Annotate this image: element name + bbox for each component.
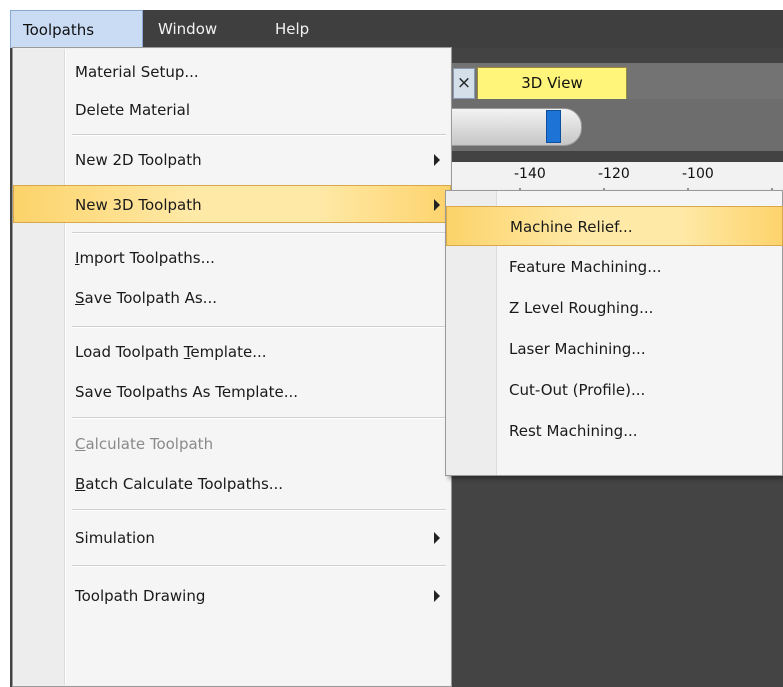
menu-item-label: mport Toolpaths... — [79, 249, 215, 267]
menu-separator — [72, 134, 446, 136]
menu-item-calculate-toolpath: Calculate Toolpath — [14, 425, 450, 463]
menu-item-new-3d-toolpath[interactable]: New 3D Toolpath — [13, 185, 451, 223]
menu-item-label: Material Setup... — [75, 63, 199, 81]
menu-help[interactable]: Help — [263, 10, 321, 48]
ruler-label: -140 — [514, 166, 546, 182]
menu-separator — [72, 232, 446, 234]
submenu-item-laser-machining[interactable]: Laser Machining... — [446, 329, 783, 369]
menu-window[interactable]: Window — [146, 10, 229, 48]
toolpaths-menu: Material Setup... Delete Material New 2D… — [12, 47, 452, 687]
menu-item-new-2d-toolpath[interactable]: New 2D Toolpath — [14, 141, 450, 179]
ruler-label: -120 — [598, 166, 630, 182]
menu-item-label: ave Toolpath As... — [84, 289, 217, 307]
submenu-item-z-level-roughing[interactable]: Z Level Roughing... — [446, 288, 783, 328]
mnemonic-letter: S — [75, 289, 85, 307]
menu-item-label: alculate Toolpath — [85, 435, 214, 453]
menu-item-label: Save Toolpaths As Template... — [75, 383, 299, 401]
menu-separator — [72, 326, 446, 328]
menu-body: Material Setup... Delete Material New 2D… — [13, 49, 451, 685]
menu-item-label: emplate... — [190, 343, 267, 361]
submenu-item-rest-machining[interactable]: Rest Machining... — [446, 411, 783, 451]
menu-item-label: New 3D Toolpath — [75, 196, 202, 214]
menu-item-label: New 2D Toolpath — [75, 151, 202, 169]
menu-bar: Toolpaths Window Help — [10, 10, 783, 48]
mnemonic-letter: B — [75, 475, 86, 493]
menu-item-toolpath-drawing[interactable]: Toolpath Drawing — [14, 577, 450, 615]
menu-item-material-setup[interactable]: Material Setup... — [14, 53, 450, 91]
menu-separator — [72, 565, 446, 567]
menu-separator — [72, 417, 446, 419]
menu-separator — [72, 509, 446, 511]
menu-item-save-toolpath-as[interactable]: Save Toolpath As... — [14, 279, 450, 317]
menu-item-label: atch Calculate Toolpaths... — [85, 475, 284, 493]
tab-3d-view[interactable]: 3D View — [477, 67, 627, 99]
menu-item-label: Simulation — [75, 529, 155, 547]
menu-item-simulation[interactable]: Simulation — [14, 519, 450, 557]
menu-item-label: Delete Material — [75, 101, 190, 119]
menu-item-import-toolpaths[interactable]: Import Toolpaths... — [14, 239, 450, 277]
ruler-label: -100 — [682, 166, 714, 182]
menu-item-save-toolpaths-as-template[interactable]: Save Toolpaths As Template... — [14, 373, 450, 411]
submenu-item-machine-relief[interactable]: Machine Relief... — [446, 206, 783, 246]
menu-item-batch-calculate-toolpaths[interactable]: Batch Calculate Toolpaths... — [14, 465, 450, 503]
menu-item-label: Load Toolpath — [75, 343, 184, 361]
zoom-slider-thumb[interactable] — [546, 110, 561, 143]
submenu-item-cut-out-profile[interactable]: Cut-Out (Profile)... — [446, 370, 783, 410]
menu-item-delete-material[interactable]: Delete Material — [14, 91, 450, 129]
submenu-arrow-icon — [434, 590, 440, 602]
menu-toolpaths[interactable]: Toolpaths — [10, 10, 143, 48]
submenu-arrow-icon — [434, 154, 440, 166]
zoom-slider[interactable] — [450, 108, 582, 146]
menu-item-label: Toolpath Drawing — [75, 587, 206, 605]
submenu-arrow-icon — [434, 532, 440, 544]
menu-item-load-toolpath-template[interactable]: Load Toolpath Template... — [14, 333, 450, 371]
submenu-item-feature-machining[interactable]: Feature Machining... — [446, 247, 783, 287]
tab-close-button[interactable]: × — [453, 68, 475, 99]
submenu-arrow-icon — [434, 199, 440, 211]
mnemonic-letter: C — [75, 435, 86, 453]
new-3d-toolpath-submenu: Machine Relief... Feature Machining... Z… — [445, 190, 783, 476]
